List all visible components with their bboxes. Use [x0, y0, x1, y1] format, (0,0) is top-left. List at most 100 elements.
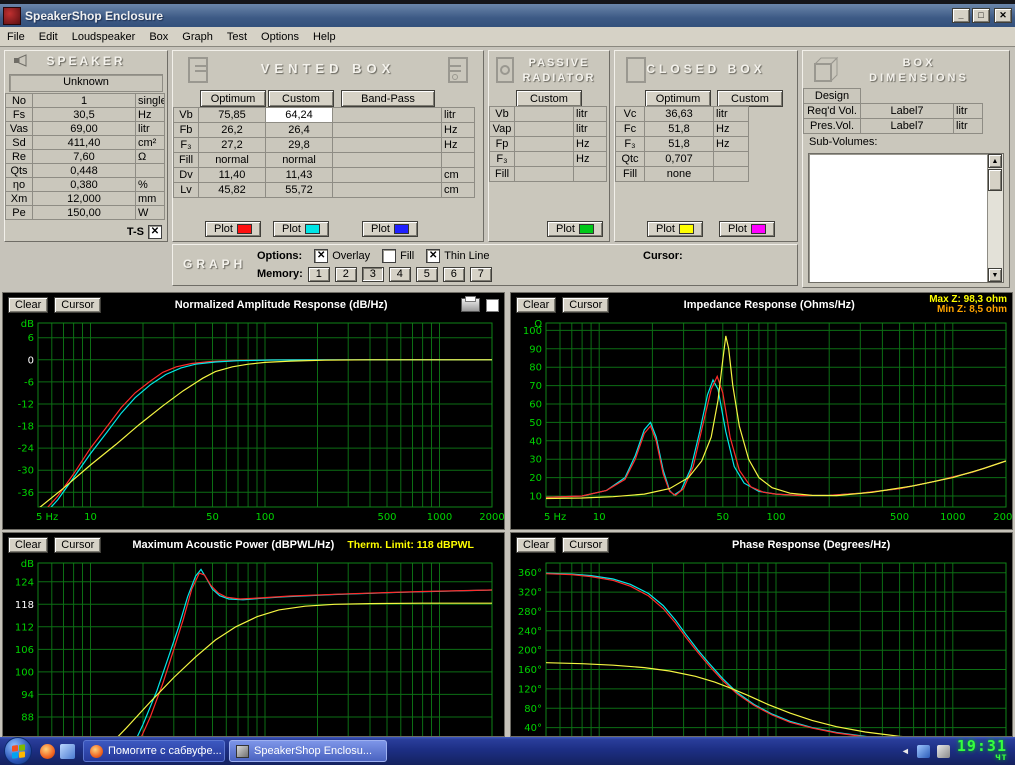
memory-button-6[interactable]: 6 [443, 267, 465, 282]
menu-item-test[interactable]: Test [220, 29, 254, 45]
power-cursor-button[interactable]: Cursor [54, 537, 101, 553]
amplitude-plot[interactable]: 60-6-12-18-24-30-36dB5 Hz105010050010002… [3, 315, 504, 528]
memory-button-5[interactable]: 5 [416, 267, 438, 282]
memory-button-3[interactable]: 3 [362, 267, 384, 282]
param-value[interactable] [514, 151, 574, 167]
tray-chevron-icon[interactable]: ◄ [901, 746, 910, 756]
param-value[interactable]: 12,000 [32, 191, 136, 206]
plot-color-box[interactable] [486, 299, 499, 312]
phase-plot[interactable]: 360°320°280°240°200°160°120°80°40°5 Hz10… [511, 555, 1012, 737]
design-button[interactable]: Design [803, 88, 861, 104]
start-button[interactable] [4, 737, 32, 765]
optimum-value[interactable]: normal [198, 152, 266, 168]
pr-tab-custom[interactable]: Custom [516, 90, 582, 107]
memory-button-4[interactable]: 4 [389, 267, 411, 282]
power-clear-button[interactable]: Clear [8, 537, 48, 553]
vented-plot-button-2[interactable]: Plot [273, 221, 329, 237]
checkbox-fill[interactable] [382, 249, 396, 263]
memory-button-1[interactable]: 1 [308, 267, 330, 282]
closed-tab-optimum[interactable]: Optimum [645, 90, 711, 107]
task-button-2[interactable]: SpeakerShop Enclosu... [229, 740, 387, 762]
impedance-plot[interactable]: 100908070605040302010Ω5 Hz10501005001000… [511, 315, 1012, 528]
scroll-down-icon[interactable]: ▼ [988, 268, 1002, 282]
param-value[interactable]: none [644, 166, 714, 182]
custom-value[interactable]: 64,24 [265, 107, 333, 123]
closed-plot-button-1[interactable]: Plot [647, 221, 703, 237]
bandpass-value[interactable] [332, 167, 442, 183]
minimize-button[interactable]: _ [952, 8, 970, 23]
tray-network-icon[interactable] [917, 745, 930, 758]
param-value[interactable]: 51,8 [644, 121, 714, 137]
optimum-value[interactable]: 75,85 [198, 107, 266, 123]
quicklaunch-desktop-icon[interactable] [60, 744, 75, 759]
param-value[interactable]: 0,707 [644, 151, 714, 167]
option-overlay[interactable]: ✕Overlay [314, 249, 370, 263]
closed-plot-button-2[interactable]: Plot [719, 221, 775, 237]
menu-item-file[interactable]: File [0, 29, 32, 45]
param-value[interactable]: 69,00 [32, 121, 136, 136]
vented-tab-optimum[interactable]: Optimum [200, 90, 266, 107]
optimum-value[interactable]: 45,82 [198, 182, 266, 198]
param-value[interactable]: 1 [32, 93, 136, 108]
listbox-scrollbar[interactable]: ▲ ▼ [987, 154, 1003, 282]
impedance-clear-button[interactable]: Clear [516, 297, 556, 313]
menu-item-edit[interactable]: Edit [32, 29, 65, 45]
param-value[interactable] [514, 121, 574, 137]
menu-item-help[interactable]: Help [306, 29, 343, 45]
param-value[interactable]: 411,40 [32, 135, 136, 150]
custom-value[interactable]: 11,43 [265, 167, 333, 183]
driver-name-box[interactable]: Unknown [9, 74, 163, 92]
custom-value[interactable]: 26,4 [265, 122, 333, 138]
bandpass-value[interactable] [332, 152, 442, 168]
bandpass-value[interactable] [332, 182, 442, 198]
vented-plot-button-3[interactable]: Plot [362, 221, 418, 237]
optimum-value[interactable]: 11,40 [198, 167, 266, 183]
phase-clear-button[interactable]: Clear [516, 537, 556, 553]
phase-cursor-button[interactable]: Cursor [562, 537, 609, 553]
closed-tab-custom[interactable]: Custom [717, 90, 783, 107]
scrollbar-thumb[interactable] [988, 169, 1002, 191]
custom-value[interactable]: normal [265, 152, 333, 168]
optimum-value[interactable]: 26,2 [198, 122, 266, 138]
quicklaunch-firefox-icon[interactable] [40, 744, 55, 759]
ts-checkbox[interactable]: ✕ [148, 225, 162, 239]
param-value[interactable]: 150,00 [32, 205, 136, 220]
menu-item-box[interactable]: Box [142, 29, 175, 45]
task-button-1[interactable]: Помогите с сабвуфе... [83, 740, 225, 762]
option-fill[interactable]: Fill [382, 249, 414, 263]
param-value[interactable] [514, 106, 574, 122]
param-value[interactable]: Label7 [860, 103, 954, 119]
param-value[interactable]: 0,380 [32, 177, 136, 192]
printer-icon[interactable] [461, 298, 480, 312]
power-plot[interactable]: 1241181121061009488dB5 Hz105010050010002… [3, 555, 504, 737]
param-value[interactable] [514, 136, 574, 152]
option-thin-line[interactable]: ✕Thin Line [426, 249, 489, 263]
amplitude-cursor-button[interactable]: Cursor [54, 297, 101, 313]
close-button[interactable]: ✕ [994, 8, 1012, 23]
bandpass-value[interactable] [332, 122, 442, 138]
menu-item-options[interactable]: Options [254, 29, 306, 45]
vented-plot-button-1[interactable]: Plot [205, 221, 261, 237]
impedance-cursor-button[interactable]: Cursor [562, 297, 609, 313]
subvolumes-listbox[interactable]: ▲ ▼ [808, 153, 1004, 283]
checkbox-overlay[interactable]: ✕ [314, 249, 328, 263]
tray-volume-icon[interactable] [937, 745, 950, 758]
menu-item-loudspeaker[interactable]: Loudspeaker [65, 29, 143, 45]
param-value[interactable]: Label7 [860, 118, 954, 134]
vented-tab-custom[interactable]: Custom [268, 90, 334, 107]
param-value[interactable]: 0,448 [32, 163, 136, 178]
param-value[interactable]: 51,8 [644, 136, 714, 152]
custom-value[interactable]: 29,8 [265, 137, 333, 153]
checkbox-thin-line[interactable]: ✕ [426, 249, 440, 263]
optimum-value[interactable]: 27,2 [198, 137, 266, 153]
custom-value[interactable]: 55,72 [265, 182, 333, 198]
param-value[interactable]: 36,63 [644, 106, 714, 122]
param-value[interactable]: 7,60 [32, 149, 136, 164]
pr-plot-button[interactable]: Plot [547, 221, 603, 237]
scroll-up-icon[interactable]: ▲ [988, 154, 1002, 168]
memory-button-7[interactable]: 7 [470, 267, 492, 282]
menu-item-graph[interactable]: Graph [175, 29, 220, 45]
memory-button-2[interactable]: 2 [335, 267, 357, 282]
amplitude-clear-button[interactable]: Clear [8, 297, 48, 313]
bandpass-value[interactable] [332, 107, 442, 123]
